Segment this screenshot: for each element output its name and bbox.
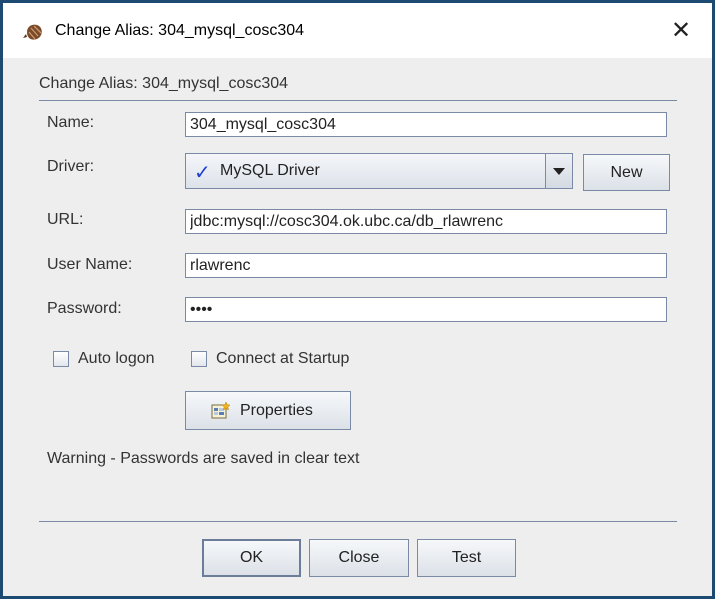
auto-logon-label[interactable]: Auto logon [78, 350, 155, 368]
change-alias-dialog: Change Alias: 304_mysql_cosc304 ✕ Change… [0, 0, 715, 599]
password-label: Password: [47, 300, 122, 317]
password-warning: Warning - Passwords are saved in clear t… [47, 450, 360, 467]
connect-at-startup-checkbox[interactable] [191, 351, 207, 367]
name-label: Name: [47, 114, 95, 131]
title-bar: Change Alias: 304_mysql_cosc304 ✕ [3, 3, 712, 58]
ok-button[interactable]: OK [202, 539, 301, 577]
db-alias-icon [23, 24, 42, 40]
name-field[interactable] [185, 112, 667, 137]
chevron-down-icon [553, 168, 565, 175]
driver-selected-value: MySQL Driver [220, 162, 320, 179]
check-icon: ✓ [194, 160, 211, 184]
properties-icon [211, 401, 231, 419]
password-field[interactable] [185, 297, 667, 322]
username-field[interactable] [185, 253, 667, 278]
properties-button[interactable]: Properties [185, 391, 351, 430]
footer-divider [39, 521, 677, 522]
close-button[interactable]: Close [309, 539, 409, 577]
url-label: URL: [47, 211, 84, 228]
close-icon[interactable]: ✕ [668, 17, 694, 43]
auto-logon-checkbox[interactable] [53, 351, 69, 367]
url-field[interactable] [185, 209, 667, 234]
new-driver-button[interactable]: New [583, 154, 670, 191]
section-header: Change Alias: 304_mysql_cosc304 [39, 75, 289, 92]
driver-label: Driver: [47, 158, 95, 175]
username-label: User Name: [47, 256, 133, 273]
header-divider [39, 100, 677, 101]
connect-at-startup-label[interactable]: Connect at Startup [216, 350, 349, 368]
driver-select[interactable]: ✓ MySQL Driver [185, 153, 573, 189]
test-button[interactable]: Test [417, 539, 516, 577]
window-title: Change Alias: 304_mysql_cosc304 [55, 22, 305, 39]
driver-dropdown-button[interactable] [545, 154, 572, 188]
properties-label: Properties [240, 402, 313, 419]
